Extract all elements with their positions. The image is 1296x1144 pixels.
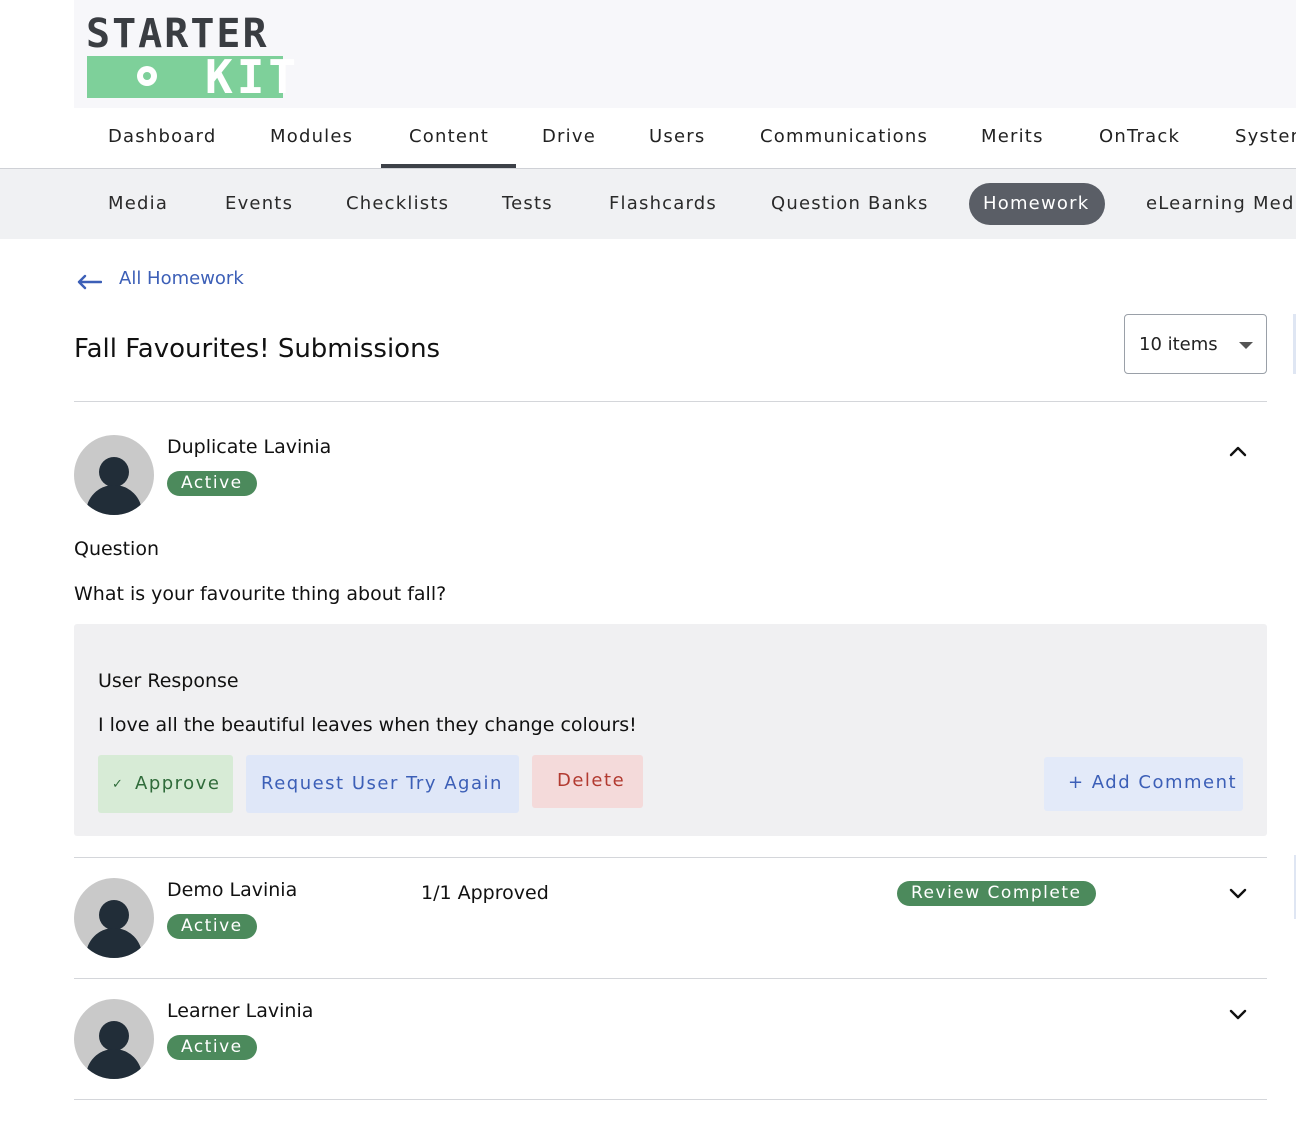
nav-item-modules[interactable]: Modules — [270, 126, 353, 147]
user-name: Learner Lavinia — [167, 1000, 314, 1022]
avatar — [74, 999, 154, 1079]
chevron-down-icon[interactable] — [1228, 887, 1248, 901]
delete-button-label: Delete — [557, 770, 626, 791]
divider — [74, 978, 1267, 979]
check-icon: ✓ — [112, 777, 125, 792]
subnav-item-flashcards[interactable]: Flashcards — [609, 193, 717, 214]
status-badge: Active — [167, 1035, 257, 1060]
user-name: Duplicate Lavinia — [167, 436, 332, 458]
nav-item-ontrack[interactable]: OnTrack — [1099, 126, 1180, 147]
divider — [74, 1099, 1267, 1100]
approve-button-label: Approve — [135, 773, 221, 794]
review-status-badge: Review Complete — [897, 881, 1096, 906]
subnav-item-tests[interactable]: Tests — [502, 193, 553, 214]
nav-item-content[interactable]: Content — [409, 126, 489, 147]
add-comment-button[interactable]: + Add Comment — [1044, 757, 1243, 811]
divider — [74, 857, 1267, 858]
status-badge: Active — [167, 471, 257, 496]
nav-item-merits[interactable]: Merits — [981, 126, 1044, 147]
nav-item-system[interactable]: System — [1235, 126, 1296, 147]
logo-bar: KIT — [87, 54, 296, 100]
arrow-left-icon — [77, 274, 102, 290]
add-comment-label: + Add Comment — [1068, 772, 1238, 793]
subnav-item-checklists[interactable]: Checklists — [346, 193, 449, 214]
approved-count: 1/1 Approved — [421, 882, 549, 904]
starter-kit-logo[interactable]: STARTER KIT — [86, 11, 296, 100]
nav-item-communications[interactable]: Communications — [760, 126, 928, 147]
response-text: I love all the beautiful leaves when the… — [98, 714, 637, 736]
nav-active-indicator — [381, 164, 516, 168]
sub-nav: Media Events Checklists Tests Flashcards… — [0, 169, 1296, 239]
subnav-item-question-banks[interactable]: Question Banks — [771, 193, 929, 214]
response-card: User Response I love all the beautiful l… — [74, 624, 1267, 836]
back-link-label: All Homework — [119, 268, 244, 289]
avatar — [74, 435, 154, 515]
delete-button[interactable]: Delete — [532, 755, 643, 808]
drop-icon — [137, 66, 157, 86]
page-title: Fall Favourites! Submissions — [74, 334, 441, 364]
user-name: Demo Lavinia — [167, 879, 298, 901]
nav-item-drive[interactable]: Drive — [542, 126, 596, 147]
subnav-item-media[interactable]: Media — [108, 193, 168, 214]
caret-down-icon — [1239, 342, 1253, 349]
divider — [74, 401, 1267, 402]
question-text: What is your favourite thing about fall? — [74, 583, 447, 605]
subnav-item-elearning-media[interactable]: eLearning Media — [1146, 193, 1296, 214]
question-label: Question — [74, 538, 159, 560]
main-nav: Dashboard Modules Content Drive Users Co… — [0, 108, 1296, 169]
nav-item-dashboard[interactable]: Dashboard — [108, 126, 216, 147]
approve-button[interactable]: ✓ Approve — [98, 755, 233, 813]
logo-text-kit: KIT — [205, 50, 301, 104]
chevron-up-icon[interactable] — [1228, 444, 1248, 458]
subnav-item-homework[interactable]: Homework — [969, 183, 1105, 225]
response-label: User Response — [98, 670, 239, 692]
page-size-value: 10 items — [1139, 334, 1218, 355]
logo-text-starter: STARTER — [86, 11, 269, 57]
chevron-down-icon[interactable] — [1228, 1008, 1248, 1022]
subnav-item-events[interactable]: Events — [225, 193, 293, 214]
nav-item-users[interactable]: Users — [649, 126, 705, 147]
request-retry-button[interactable]: Request User Try Again — [246, 755, 519, 813]
subnav-item-homework-label: Homework — [983, 193, 1090, 214]
avatar — [74, 878, 154, 958]
request-retry-label: Request User Try Again — [261, 773, 503, 794]
page-size-select[interactable]: 10 items — [1124, 314, 1267, 374]
status-badge: Active — [167, 914, 257, 939]
